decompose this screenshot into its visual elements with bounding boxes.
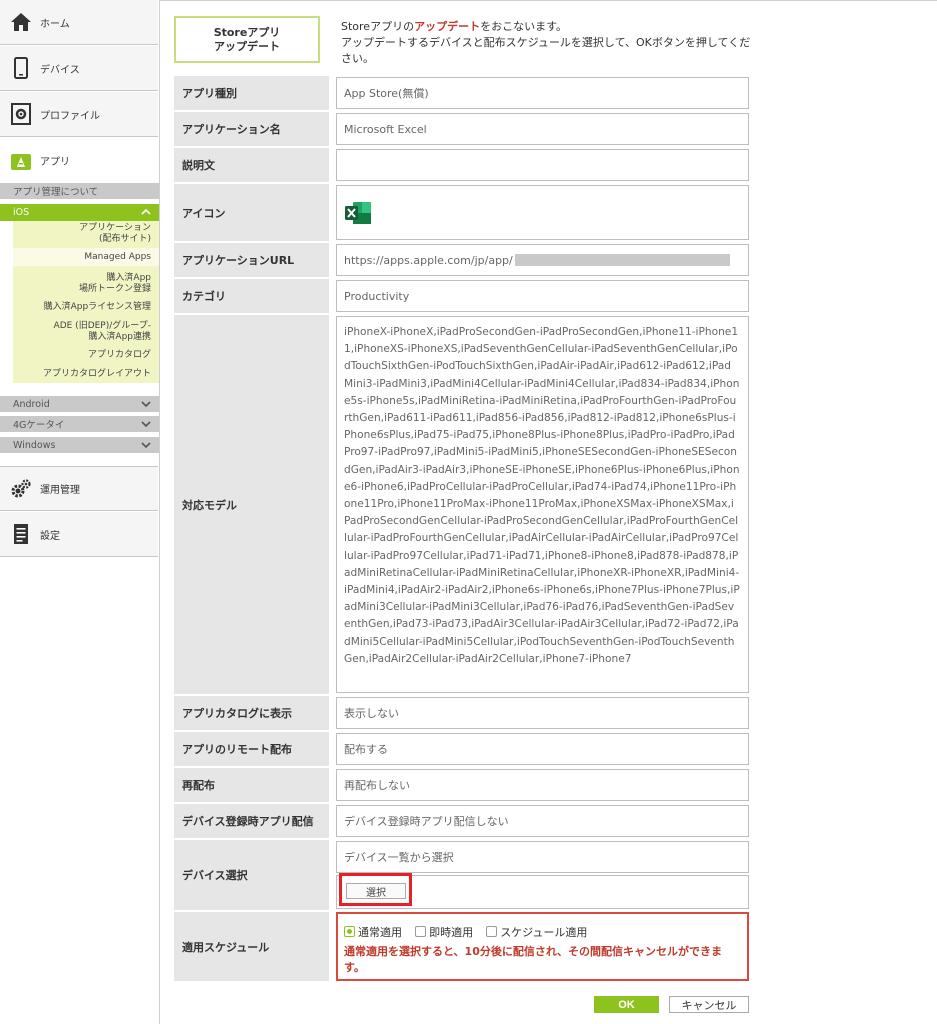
home-icon [10, 11, 32, 33]
sidebar-item-label: プロファイル [40, 110, 100, 122]
sidebar-item-windows[interactable]: Windows [0, 437, 159, 453]
category-value: Productivity [336, 280, 749, 312]
smartphone-icon [10, 57, 32, 79]
schedule-options: 通常適用 即時適用 スケジュール適用 通常適用を選択すると、10分後に配信され、… [336, 912, 749, 981]
ios-item-app-distribution[interactable]: アプリケーション (配布サイト) [79, 223, 151, 245]
document-list-icon [10, 523, 32, 545]
device-select-placeholder: デバイス一覧から選択 [336, 841, 749, 873]
option-label: スケジュール適用 [500, 925, 588, 939]
chevron-up-icon [141, 208, 151, 215]
remote-distribution-label: アプリのリモート配布 [174, 732, 329, 766]
desc-post: をおこないます。 [480, 20, 567, 33]
profile-settings-icon [10, 103, 32, 125]
chevron-down-icon [141, 421, 151, 428]
title-line-1: Storeアプリ [213, 25, 281, 39]
desc-pre: Storeアプリの [341, 20, 415, 33]
redistribution-value: 再配布しない [336, 769, 749, 801]
windows-label: Windows [13, 439, 56, 451]
radio-checked-icon[interactable] [344, 926, 355, 937]
ios-label: iOS [13, 207, 30, 218]
schedule-warning: 通常適用を選択すると、10分後に配信され、その間配信キャンセルができます。 [344, 945, 722, 974]
sidebar-item-ios[interactable]: iOS [0, 204, 159, 221]
description-value [336, 149, 749, 181]
remote-distribution-value: 配布する [336, 733, 749, 765]
cancel-button[interactable]: キャンセル [669, 996, 749, 1013]
url-text: https://apps.apple.com/jp/app/ [344, 253, 513, 267]
chevron-down-icon [141, 442, 151, 449]
checkbox-empty-icon[interactable] [415, 926, 427, 937]
catalog-value: 表示しない [336, 697, 749, 729]
app-name-label: アプリケーション名 [174, 112, 329, 146]
checkbox-empty-icon[interactable] [486, 926, 498, 937]
ios-item-ade-group[interactable]: ADE (旧DEP)/グループ- 購入済App連携 [54, 321, 151, 343]
page-title: Storeアプリ アップデート [174, 16, 320, 63]
schedule-scheduled-option[interactable]: スケジュール適用 [486, 924, 587, 940]
ios-item-catalog-layout[interactable]: アプリカタログレイアウト [43, 369, 151, 380]
schedule-label: 適用スケジュール [174, 912, 329, 981]
ios-item-vpp-license[interactable]: 購入済Appライセンス管理 [44, 302, 151, 313]
models-value: iPhoneX-iPhoneX,iPadProSecondGen-iPadPro… [336, 316, 749, 693]
sidebar-item-operation[interactable]: 運用管理 [0, 466, 158, 511]
sidebar: ホーム デバイス プロファイル アプリ アプリ管理について iOS アプリケーシ… [0, 0, 160, 1024]
desc-highlight: アップデート [414, 20, 481, 33]
models-label: 対応モデル [174, 315, 329, 694]
device-select-button[interactable]: 選択 [346, 883, 406, 899]
app-type-value: App Store(無償) [336, 77, 749, 109]
sidebar-item-4g-keitai[interactable]: 4Gケータイ [0, 416, 159, 432]
app-type-label: アプリ種別 [174, 76, 329, 110]
app-icon [10, 150, 32, 172]
keitai-label: 4Gケータイ [13, 420, 65, 431]
device-registration-value: デバイス登録時アプリ配信しない [336, 805, 749, 837]
sidebar-item-label: 設定 [40, 530, 60, 542]
ok-button[interactable]: OK [594, 996, 659, 1013]
sidebar-item-device[interactable]: デバイス [0, 46, 158, 91]
desc-line-2: アップデートするデバイスと配布スケジュールを選択して、OKボタンを押してください… [341, 36, 751, 65]
sidebar-item-label: ホーム [40, 18, 70, 30]
sidebar-item-app[interactable]: アプリ [0, 138, 158, 183]
sidebar-item-settings[interactable]: 設定 [0, 512, 158, 557]
sidebar-item-profile[interactable]: プロファイル [0, 92, 158, 137]
option-label: 通常適用 [358, 925, 402, 939]
url-label: アプリケーションURL [174, 243, 329, 277]
excel-app-icon [345, 201, 371, 224]
app-name-value: Microsoft Excel [336, 113, 749, 145]
category-label: カテゴリ [174, 279, 329, 313]
schedule-immediate-option[interactable]: 即時適用 [415, 924, 473, 940]
url-value: https://apps.apple.com/jp/app/ [336, 244, 749, 276]
sidebar-item-label: デバイス [40, 64, 80, 76]
option-label: 即時適用 [429, 925, 474, 939]
device-select-label: デバイス選択 [174, 840, 329, 910]
device-registration-label: デバイス登録時アプリ配信 [174, 804, 329, 838]
sidebar-item-label: 運用管理 [40, 485, 80, 496]
sidebar-item-home[interactable]: ホーム [0, 0, 158, 45]
sidebar-item-android[interactable]: Android [0, 396, 159, 412]
icon-label: アイコン [174, 184, 329, 241]
catalog-label: アプリカタログに表示 [174, 696, 329, 730]
gears-icon [10, 478, 32, 500]
redistribution-label: 再配布 [174, 768, 329, 802]
schedule-normal-option[interactable]: 通常適用 [344, 924, 402, 940]
description-label: 説明文 [174, 148, 329, 182]
ios-item-managed-apps[interactable]: Managed Apps [13, 248, 159, 266]
sidebar-item-label: アプリ [40, 157, 70, 168]
page-description: Storeアプリのアップデートをおこないます。 アップデートするデバイスと配布ス… [341, 19, 761, 67]
android-label: Android [13, 398, 50, 410]
sidebar-item-about-app[interactable]: アプリ管理について [0, 183, 159, 199]
title-line-2: アップデート [214, 39, 280, 53]
ios-item-vpp-token[interactable]: 購入済App 場所トークン登録 [79, 273, 151, 295]
ios-item-app-catalog[interactable]: アプリカタログ [88, 350, 151, 361]
icon-value [336, 185, 749, 240]
redacted-block [514, 254, 730, 266]
chevron-down-icon [141, 401, 151, 408]
ios-submenu: アプリケーション (配布サイト) Managed Apps 購入済App 場所ト… [13, 221, 159, 383]
